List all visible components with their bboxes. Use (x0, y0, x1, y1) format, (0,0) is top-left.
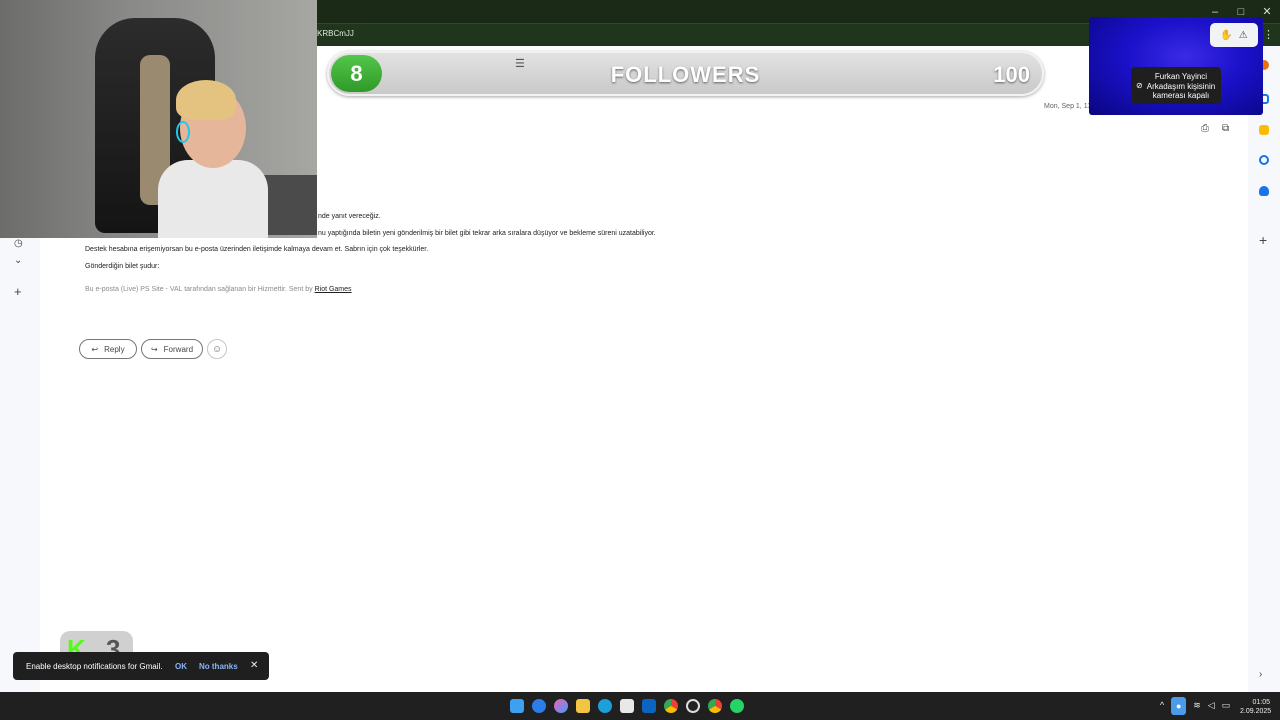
warning-icon[interactable]: ⚠ (1239, 30, 1248, 41)
desktop-notification-banner: Enable desktop notifications for Gmail. … (13, 652, 269, 680)
start-menu-icon[interactable] (510, 699, 524, 713)
github-icon[interactable] (686, 699, 700, 713)
email-footer: Bu e-posta (Live) PS Site - VAL tarafınd… (85, 286, 352, 293)
defender-icon[interactable] (532, 699, 546, 713)
close-icon[interactable]: ✕ (250, 660, 258, 671)
email-body-line: nde yanıt vereceğiz. (318, 213, 381, 220)
followers-title: FOLLOWERS (610, 62, 761, 87)
snooze-icon[interactable]: ◷ (14, 238, 23, 249)
copilot-icon[interactable] (554, 699, 568, 713)
followers-goal-bar: 8 FOLLOWERS 100 (327, 51, 1044, 96)
print-icon[interactable]: ⎙ (1201, 123, 1209, 134)
keep-icon[interactable] (1259, 125, 1269, 135)
clock-time: 01:05 (1252, 699, 1270, 706)
chevron-right-icon[interactable]: › (1259, 669, 1262, 680)
store-icon[interactable] (620, 699, 634, 713)
camera-off-icon: ⊘ (1136, 81, 1143, 90)
contacts-icon[interactable] (1259, 186, 1269, 196)
ok-button[interactable]: OK (175, 662, 187, 671)
file-explorer-icon[interactable] (576, 699, 590, 713)
windows-taskbar: ^ ● ≋ ◁ ▭ (0, 692, 1280, 720)
forward-icon: ↪ (150, 344, 158, 354)
wifi-icon[interactable]: ≋ (1193, 700, 1201, 715)
right-rail: + › (1248, 46, 1280, 692)
reply-icon: ↩ (91, 344, 99, 354)
tasks-icon[interactable] (1259, 155, 1269, 165)
chrome-profile-icon[interactable] (708, 699, 722, 713)
raise-hand-icon[interactable]: ✋ (1220, 30, 1232, 41)
reply-button[interactable]: ↩ Reply (79, 339, 137, 359)
webcam-overlay (0, 0, 317, 238)
chevron-down-icon[interactable]: ⌄ (14, 255, 22, 266)
riot-games-link[interactable]: Riot Games (315, 286, 352, 293)
whatsapp-icon[interactable] (730, 699, 744, 713)
system-tray: ^ ● ≋ ◁ ▭ (1160, 697, 1231, 715)
battery-icon[interactable]: ▭ (1222, 700, 1231, 715)
video-call-toolbar: ✋ ⚠ (1210, 23, 1258, 47)
email-body-line: Gönderdiğin bilet şudur: (85, 263, 160, 270)
clock-date: 2.09.2025 (1240, 708, 1272, 716)
footer-text: Bu e-posta (Live) PS Site - VAL tarafınd… (85, 286, 313, 293)
headset-icon (176, 121, 190, 143)
followers-goal: 100 (993, 62, 1030, 87)
microphone-icon[interactable]: ● (1171, 697, 1187, 715)
notification-text: Enable desktop notifications for Gmail. (26, 661, 163, 671)
forward-button[interactable]: ↪ Forward (141, 339, 203, 359)
taskbar-clock[interactable]: 01:05 2.09.2025 (1240, 698, 1272, 716)
volume-icon[interactable]: ◁ (1208, 700, 1215, 715)
add-label-icon[interactable]: + (14, 284, 22, 299)
add-addon-icon[interactable]: + (1259, 232, 1267, 248)
email-body-line: Destek hesabına erişemiyorsan bu e-posta… (85, 246, 429, 253)
tray-chevron-icon[interactable]: ^ (1160, 700, 1164, 715)
outlook-icon[interactable] (642, 699, 656, 713)
open-new-window-icon[interactable]: ⧉ (1222, 123, 1229, 134)
edge-icon[interactable] (598, 699, 612, 713)
email-body-line: nu yaptığında biletin yeni gönderilmiş b… (318, 230, 656, 237)
streamer-body (158, 160, 268, 238)
chrome-icon[interactable] (664, 699, 678, 713)
taskbar-apps (510, 699, 744, 713)
browser-menu-icon[interactable]: ⋮ (1263, 28, 1274, 41)
camera-off-message: ⊘ Furkan Yayinci Arkadaşım kişisinin kam… (1131, 67, 1221, 104)
url-text: KRBCmJJ (317, 29, 354, 38)
no-thanks-button[interactable]: No thanks (199, 662, 238, 671)
sliders-icon[interactable]: ☰ (515, 57, 525, 70)
emoji-react-button[interactable]: ☺ (207, 339, 227, 359)
